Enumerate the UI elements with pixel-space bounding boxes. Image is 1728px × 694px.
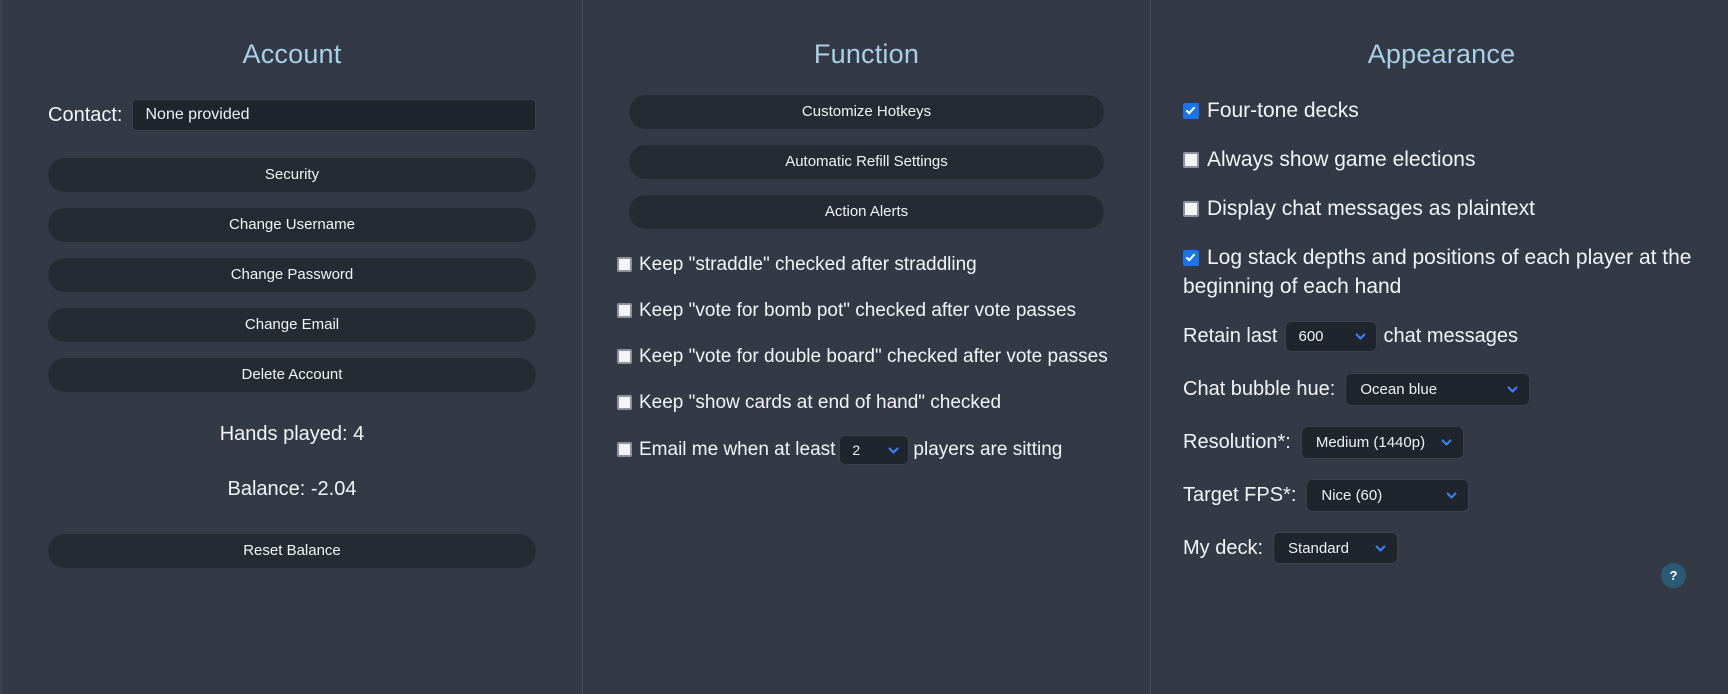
checkbox-label: Keep "show cards at end of hand" checked	[639, 392, 1002, 413]
chat-bubble-hue-label: Chat bubble hue:	[1183, 378, 1336, 400]
reset-balance-button[interactable]: Reset Balance	[48, 534, 536, 568]
function-buttons: Customize Hotkeys Automatic Refill Setti…	[603, 95, 1130, 229]
automatic-refill-settings-button[interactable]: Automatic Refill Settings	[629, 145, 1104, 179]
checkbox-icon[interactable]	[1183, 152, 1199, 168]
customize-hotkeys-button[interactable]: Customize Hotkeys	[629, 95, 1104, 129]
checkbox-icon[interactable]	[1183, 250, 1199, 266]
my-deck-label: My deck:	[1183, 536, 1264, 559]
checkbox-label: Log stack depths and positions of each p…	[1183, 246, 1692, 298]
target-fps-select[interactable]: Nice (60)	[1306, 479, 1470, 512]
chat-bubble-hue-row: Chat bubble hue: Ocean blue	[1183, 373, 1702, 406]
checkbox-icon[interactable]	[617, 303, 632, 318]
resolution-label: Resolution*:	[1183, 431, 1291, 453]
chevron-down-icon	[1374, 542, 1387, 555]
contact-input[interactable]: None provided	[132, 99, 536, 131]
my-deck-value: Standard	[1288, 539, 1349, 557]
checkbox-icon[interactable]	[617, 395, 632, 410]
retain-count-select[interactable]: 600	[1284, 321, 1377, 352]
checkbox-label: Keep "vote for double board" checked aft…	[639, 346, 1108, 367]
checkbox-label: Display chat messages as plaintext	[1207, 197, 1535, 220]
my-deck-select[interactable]: Standard	[1273, 532, 1399, 564]
change-password-button[interactable]: Change Password	[48, 258, 536, 292]
contact-row: Contact: None provided	[48, 99, 536, 131]
target-fps-value: Nice (60)	[1321, 487, 1383, 504]
checkbox-icon[interactable]	[1183, 103, 1199, 119]
target-fps-row: Target FPS*: Nice (60)	[1183, 479, 1702, 512]
min-players-select[interactable]: 2	[839, 435, 910, 465]
chevron-down-icon	[1506, 383, 1519, 396]
checkbox-label: Keep "straddle" checked after straddling	[639, 254, 977, 275]
help-button[interactable]: ?	[1661, 563, 1686, 588]
checkbox-display-chat-plaintext[interactable]: Display chat messages as plaintext	[1183, 194, 1702, 223]
resolution-select[interactable]: Medium (1440p)	[1300, 426, 1464, 459]
checkbox-label: Always show game elections	[1207, 148, 1476, 171]
change-email-button[interactable]: Change Email	[48, 308, 536, 342]
delete-account-button[interactable]: Delete Account	[48, 358, 536, 392]
retain-label-after: chat messages	[1383, 325, 1519, 347]
chat-bubble-hue-select[interactable]: Ocean blue	[1345, 373, 1531, 406]
account-column: Account Contact: None provided Security …	[2, 0, 582, 694]
target-fps-label: Target FPS*:	[1183, 484, 1297, 506]
checkbox-keep-show-cards[interactable]: Keep "show cards at end of hand" checked	[617, 389, 1120, 417]
contact-label: Contact:	[48, 103, 123, 126]
change-username-button[interactable]: Change Username	[48, 208, 536, 242]
checkbox-keep-vote-double-board[interactable]: Keep "vote for double board" checked aft…	[617, 343, 1120, 371]
my-deck-row: My deck: Standard	[1183, 532, 1702, 564]
checkbox-icon[interactable]	[617, 257, 632, 272]
hands-played-stat: Hands played: 4	[219, 423, 365, 445]
checkbox-icon[interactable]	[1183, 201, 1199, 217]
account-buttons: Security Change Username Change Password…	[48, 158, 536, 392]
appearance-checkbox-list: Four-tone decks Always show game electio…	[1181, 96, 1702, 564]
chevron-down-icon	[1445, 489, 1458, 502]
retain-label-before: Retain last	[1183, 325, 1278, 347]
checkbox-keep-straddle[interactable]: Keep "straddle" checked after straddling	[617, 251, 1120, 279]
checkbox-email-me-row[interactable]: Email me when at least 2 players are sitti…	[617, 435, 1120, 465]
chevron-down-icon	[1354, 330, 1367, 343]
appearance-column-title: Appearance	[1367, 39, 1516, 69]
chat-bubble-hue-value: Ocean blue	[1360, 381, 1438, 398]
function-checkbox-list: Keep "straddle" checked after straddling…	[603, 251, 1130, 465]
retain-chat-messages-row: Retain last 600 chat messages	[1183, 321, 1702, 352]
checkbox-four-tone-decks[interactable]: Four-tone decks	[1183, 96, 1702, 125]
email-text-before: Email me when at least	[639, 439, 836, 461]
function-column-title: Function	[813, 39, 920, 69]
appearance-column: Appearance Four-tone decks Always show g…	[1150, 0, 1728, 694]
checkbox-icon[interactable]	[617, 442, 632, 458]
function-column: Function Customize Hotkeys Automatic Ref…	[582, 0, 1150, 694]
chevron-down-icon	[887, 444, 900, 457]
security-button[interactable]: Security	[48, 158, 536, 192]
min-players-value: 2	[852, 442, 861, 458]
settings-panel: Account Contact: None provided Security …	[0, 0, 1728, 694]
action-alerts-button[interactable]: Action Alerts	[629, 195, 1104, 229]
checkbox-keep-vote-bomb-pot[interactable]: Keep "vote for bomb pot" checked after v…	[617, 297, 1120, 325]
retain-count-value: 600	[1298, 328, 1324, 345]
checkbox-always-show-game-elections[interactable]: Always show game elections	[1183, 145, 1702, 174]
checkbox-icon[interactable]	[617, 349, 632, 364]
chevron-down-icon	[1440, 436, 1453, 449]
resolution-row: Resolution*: Medium (1440p)	[1183, 426, 1702, 459]
checkbox-label: Keep "vote for bomb pot" checked after v…	[639, 300, 1077, 321]
resolution-value: Medium (1440p)	[1315, 434, 1426, 451]
balance-stat: Balance: -2.04	[227, 478, 357, 500]
checkbox-log-stack-depths[interactable]: Log stack depths and positions of each p…	[1183, 243, 1702, 301]
email-text-after: players are sitting	[913, 439, 1063, 461]
account-column-title: Account	[242, 39, 342, 69]
reset-balance-wrap: Reset Balance	[48, 534, 536, 568]
checkbox-label: Four-tone decks	[1207, 99, 1359, 122]
